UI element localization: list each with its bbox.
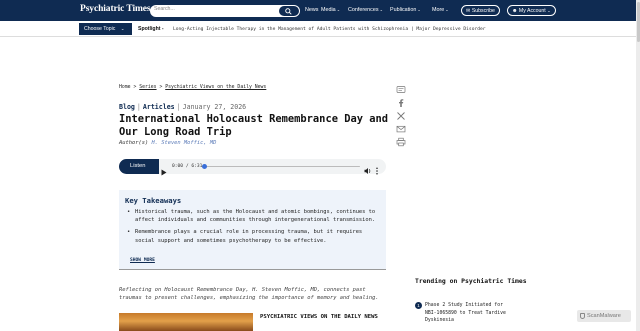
search-box[interactable]: Search... [150,5,300,17]
tag-blog[interactable]: Blog [119,103,135,111]
chevron-down-icon: ⌄ [120,26,125,31]
audio-time: 0:00 / 6:31 [172,164,203,169]
volume-icon[interactable] [364,162,372,180]
chevron-down-icon: ⌄ [547,8,551,13]
meta-separator: | [176,103,181,111]
series-heading: PSYCHIATRIC VIEWS ON THE DAILY NEWS [260,314,378,320]
article-title: International Holocaust Remembrance Day … [119,113,388,138]
article-image [119,313,253,331]
page-scrollbar[interactable] [636,0,640,331]
print-icon[interactable] [396,134,406,147]
chevron-down-icon: ⌄ [417,7,421,12]
list-item: Remembrance plays a crucial role in proc… [127,228,377,244]
breadcrumb-series[interactable]: Series [139,85,156,90]
key-takeaways-box: Key Takeaways Historical trauma, such as… [119,190,386,270]
audio-progress-knob[interactable] [202,164,207,169]
key-takeaways-list: Historical trauma, such as the Holocaust… [127,208,377,249]
top-navigation-bar: Psychiatric Times Search... News Media⌄ … [0,0,640,21]
tag-articles[interactable]: Articles [143,103,175,111]
trending-link[interactable]: Phase 2 Study Initiated for NBI-1065890 … [425,302,515,325]
site-logo[interactable]: Psychiatric Times [80,4,151,14]
authors-label: Author(s) [119,140,149,146]
trending-rank: 1 [415,302,422,309]
chevron-down-icon: ⌄ [445,7,449,12]
article-authors: Author(s) H. Steven Moffic, MD [119,140,216,146]
scrollbar-thumb[interactable] [636,2,640,42]
breadcrumb: Home > Series > Psychiatric Views on the… [119,85,266,90]
nav-conferences[interactable]: Conferences⌄ [348,7,383,13]
breadcrumb-home[interactable]: Home [119,85,131,90]
my-account-button[interactable]: ☻ My Account ⌄ [507,5,556,16]
key-takeaways-title: Key Takeaways [125,196,182,205]
scanmalware-badge: ScanMalware [577,310,631,322]
more-options-icon[interactable] [375,162,379,180]
trending-title: Trending on Psychiatric Times [415,277,527,285]
chevron-down-icon: ⌄ [379,7,383,12]
spotlight-label: Spotlight - [138,26,164,32]
search-icon [285,7,292,15]
breadcrumb-separator: > [159,85,163,90]
nav-news[interactable]: News [305,7,318,13]
article-lead: Reflecting on Holocaust Remembrance Day,… [119,287,379,302]
subscribe-button[interactable]: ✉ Subscribe [461,5,500,16]
search-input[interactable]: Search... [154,6,175,12]
breadcrumb-separator: > [133,85,137,90]
comment-icon[interactable] [396,82,406,93]
show-more-link[interactable]: SHOW MORE [130,258,155,263]
nav-media[interactable]: Media⌄ [321,7,340,13]
user-icon: ☻ [512,8,518,14]
play-icon[interactable] [161,163,167,181]
publish-date: January 27, 2026 [182,103,247,111]
facebook-icon[interactable] [396,95,406,107]
chevron-down-icon: ⌄ [336,7,341,12]
list-item: Historical trauma, such as the Holocaust… [127,208,377,224]
meta-separator: | [136,103,141,111]
shield-icon [580,313,585,319]
search-button[interactable] [279,6,299,16]
nav-more[interactable]: More⌄ [432,7,449,13]
envelope-icon: ✉ [466,8,471,14]
listen-button[interactable]: Listen [119,159,159,174]
nav-publication[interactable]: Publication⌄ [390,7,421,13]
spotlight-link[interactable]: Long-Acting Injectable Therapy in the Ma… [173,27,486,32]
x-icon[interactable] [396,108,406,120]
share-rail [395,82,407,147]
article-meta: Blog | Articles | January 27, 2026 [119,103,246,111]
choose-topic-dropdown[interactable]: Choose Topic ⌄ [79,23,132,35]
breadcrumb-current[interactable]: Psychiatric Views on the Daily News [165,85,266,90]
email-icon[interactable] [396,121,406,133]
author-link[interactable]: H. Steven Moffic, MD [151,140,216,146]
